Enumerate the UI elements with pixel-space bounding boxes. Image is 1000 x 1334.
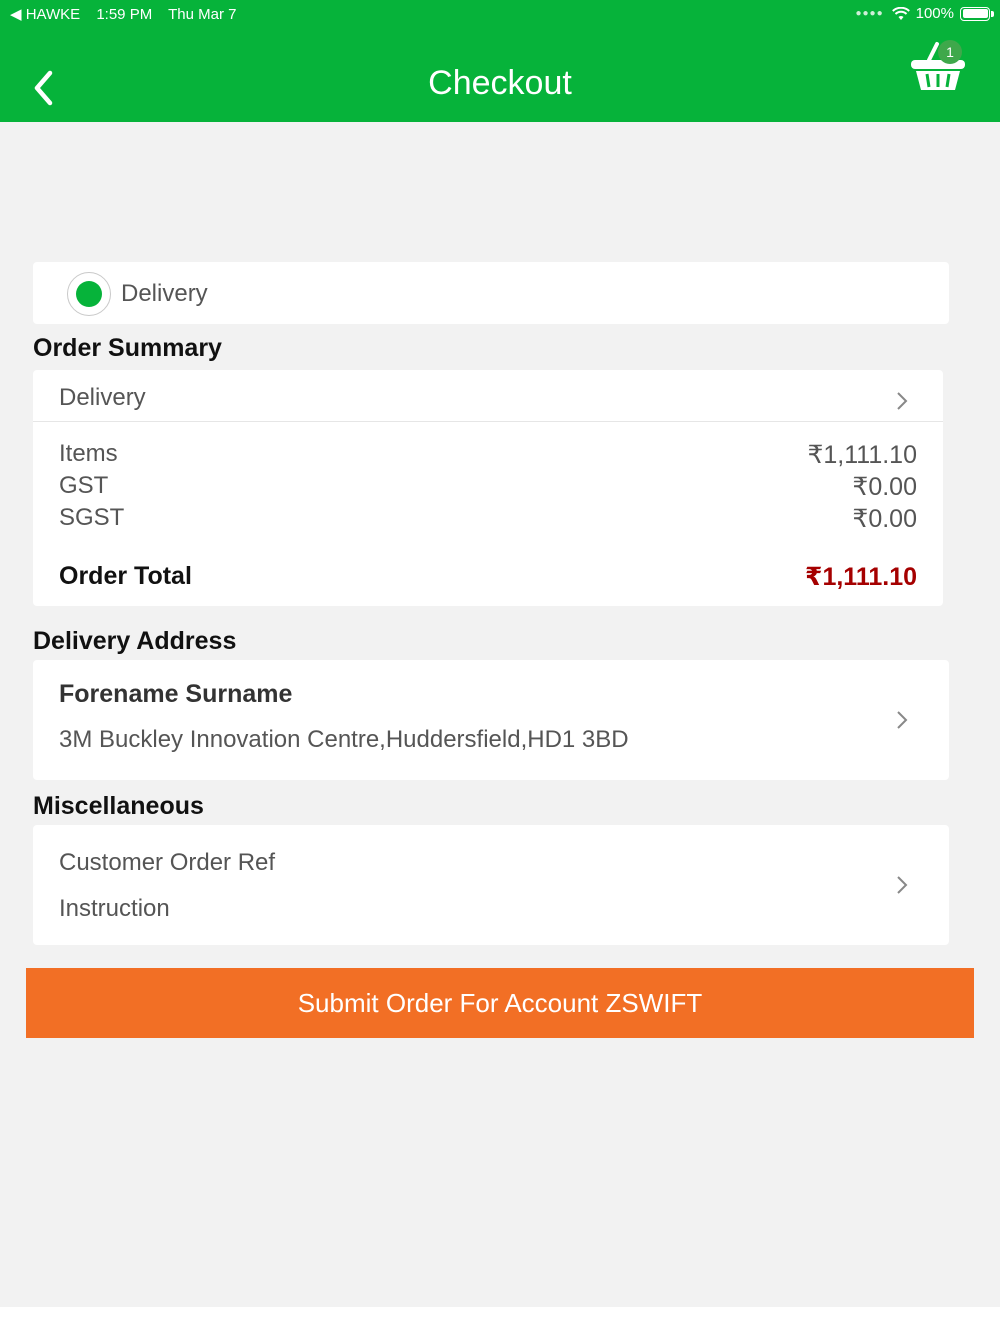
delivery-option[interactable]: Delivery xyxy=(33,262,949,324)
carrier-label: ◀ HAWKE xyxy=(10,6,81,23)
battery-icon xyxy=(960,6,994,21)
gst-label: GST xyxy=(59,472,109,499)
miscellaneous-title: Miscellaneous xyxy=(33,792,204,820)
chevron-right-icon xyxy=(897,392,908,410)
address-text: 3M Buckley Innovation Centre,Huddersfiel… xyxy=(59,726,629,753)
battery-percent: 100% xyxy=(915,5,954,22)
delivery-radio-button[interactable] xyxy=(67,272,111,316)
items-label: Items xyxy=(59,440,118,467)
gst-value: ₹0.00 xyxy=(852,473,917,501)
sgst-value: ₹0.00 xyxy=(852,505,917,533)
sgst-label: SGST xyxy=(59,504,125,531)
status-bar: ◀ HAWKE 1:59 PM Thu Mar 7 ●●●● 100% xyxy=(0,0,1000,28)
chevron-right-icon xyxy=(897,711,908,729)
bottom-divider xyxy=(0,1307,1000,1334)
status-time: 1:59 PM xyxy=(96,6,153,23)
delivery-method-label: Delivery xyxy=(59,384,146,411)
instruction-label: Instruction xyxy=(59,895,170,922)
chevron-right-icon xyxy=(897,876,908,894)
order-total-label: Order Total xyxy=(59,562,192,590)
submit-order-button[interactable]: Submit Order For Account ZSWIFT xyxy=(26,968,974,1038)
cart-count-badge: 1 xyxy=(938,40,962,64)
order-summary-title: Order Summary xyxy=(33,334,222,362)
delivery-address-card[interactable]: Forename Surname 3M Buckley Innovation C… xyxy=(33,660,949,780)
order-summary-card: Delivery Items ₹1,111.10 GST ₹0.00 SGST … xyxy=(33,370,943,606)
delivery-option-label: Delivery xyxy=(121,280,208,307)
recipient-name: Forename Surname xyxy=(59,680,293,708)
delivery-method-row[interactable]: Delivery xyxy=(33,370,943,422)
page-title: Checkout xyxy=(428,64,572,102)
miscellaneous-card[interactable]: Customer Order Ref Instruction xyxy=(33,825,949,945)
delivery-address-title: Delivery Address xyxy=(33,627,237,655)
status-date: Thu Mar 7 xyxy=(168,6,237,23)
customer-order-ref-label: Customer Order Ref xyxy=(59,849,276,876)
signal-dots-icon: ●●●● xyxy=(855,8,884,19)
items-value: ₹1,111.10 xyxy=(807,441,917,469)
order-total-value: ₹1,111.10 xyxy=(805,563,917,591)
wifi-icon xyxy=(891,6,910,20)
navigation-bar: ◀ HAWKE 1:59 PM Thu Mar 7 ●●●● 100% Chec… xyxy=(0,0,1000,122)
